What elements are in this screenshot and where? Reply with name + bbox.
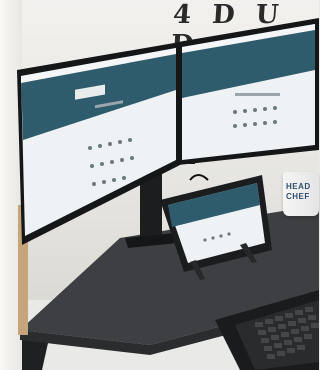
right-monitor	[178, 18, 319, 165]
coffee-mug: HEAD CHEF	[283, 172, 319, 216]
desk-scene	[17, 18, 319, 370]
mug-text: HEAD CHEF	[286, 182, 311, 202]
mug-line-1: HEAD	[286, 182, 311, 191]
cable	[189, 174, 209, 181]
mug-line-2: CHEF	[286, 192, 310, 201]
